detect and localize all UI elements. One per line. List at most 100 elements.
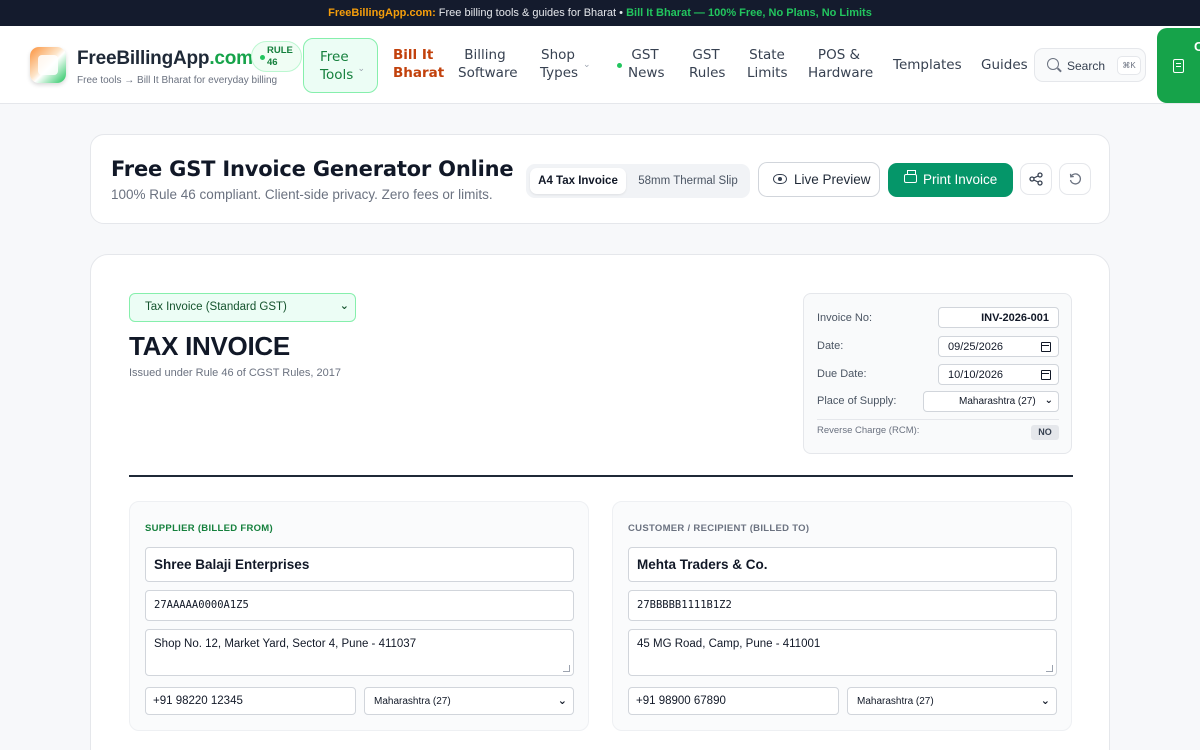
print-invoice-label: Print Invoice: [923, 172, 998, 187]
logo-title[interactable]: FreeBillingApp.com: [77, 48, 253, 70]
page-subtitle: 100% Rule 46 compliant. Client-side priv…: [111, 187, 493, 202]
search-shortcut-badge: ⌘K: [1117, 56, 1141, 75]
logo-icon[interactable]: [30, 47, 66, 83]
place-of-supply-value: Maharashtra (27): [959, 396, 1036, 407]
invoice-no-input[interactable]: INV-2026-001: [938, 307, 1059, 328]
nav-templates[interactable]: Templates: [893, 56, 962, 74]
supplier-gstin-input[interactable]: 27AAAAA0000A1Z5: [145, 590, 574, 621]
nav-shop-types-line-1: Shop: [541, 47, 575, 63]
due-date-label: Due Date:: [817, 368, 867, 380]
format-thermal-tab[interactable]: 58mm Thermal Slip: [630, 168, 746, 194]
search-label: Search: [1067, 59, 1106, 73]
nav-billing-software[interactable]: Billing Software: [458, 46, 518, 82]
calendar-icon[interactable]: [1041, 370, 1051, 380]
rcm-toggle[interactable]: NO: [1031, 425, 1059, 440]
search-icon: [1047, 58, 1059, 70]
banner-brand[interactable]: FreeBillingApp.com:: [328, 7, 436, 19]
rule-46-badge: RULE 46: [251, 41, 302, 72]
header-divider: [129, 475, 1073, 477]
nav-free-tools-line-1: Free: [320, 49, 349, 65]
share-button[interactable]: [1020, 163, 1052, 195]
logo-name: FreeBillingApp: [77, 48, 210, 69]
chevron-down-icon: ⌄: [1044, 395, 1053, 406]
logo-tld: .com: [209, 48, 253, 69]
site-header: FreeBillingApp.com Free tools → Bill It …: [0, 26, 1200, 104]
top-announcement-banner: FreeBillingApp.com: Free billing tools &…: [0, 0, 1200, 26]
nav-guides[interactable]: Guides: [981, 56, 1028, 74]
nav-free-tools-line-2: Tools: [320, 67, 354, 83]
customer-name-input[interactable]: Mehta Traders & Co.: [628, 547, 1057, 582]
nav-pos-hardware[interactable]: POS & Hardware: [808, 46, 874, 82]
nav-state-limits-line-1: State: [749, 47, 785, 63]
place-of-supply-label: Place of Supply:: [817, 395, 897, 407]
customer-heading: CUSTOMER / RECIPIENT (BILLED TO): [628, 523, 810, 534]
calendar-icon[interactable]: [1041, 342, 1051, 352]
date-input[interactable]: 09/25/2026: [938, 336, 1059, 357]
edge-button-text: C: [1194, 39, 1200, 54]
customer-phone-input[interactable]: +91 98900 67890: [628, 687, 839, 715]
live-preview-label: Live Preview: [794, 172, 871, 187]
live-preview-button[interactable]: Live Preview: [758, 162, 880, 197]
nav-bill-it-line-2: Bharat: [393, 65, 445, 81]
format-toggle: A4 Tax Invoice 58mm Thermal Slip: [526, 164, 750, 198]
nav-shop-types[interactable]: Shop Types: [540, 46, 579, 82]
nav-pos-hardware-line-1: POS &: [817, 47, 861, 63]
rule-badge-line-2: 46: [267, 57, 278, 68]
supplier-phone-input[interactable]: +91 98220 12345: [145, 687, 356, 715]
customer-section: CUSTOMER / RECIPIENT (BILLED TO) Mehta T…: [612, 501, 1072, 731]
reset-button[interactable]: [1059, 163, 1091, 195]
rule-badge-line-1: RULE: [267, 45, 293, 56]
customer-gstin-input[interactable]: 27BBBBB1111B1Z2: [628, 590, 1057, 621]
customer-address-value: 45 MG Road, Camp, Pune - 411001: [637, 638, 821, 650]
nav-gst-rules[interactable]: GST Rules: [689, 46, 726, 82]
supplier-state-value: Maharashtra (27): [374, 696, 451, 707]
nav-gst-news-line-1: GST: [631, 47, 659, 63]
customer-state-select[interactable]: Maharashtra (27) ⌄: [847, 687, 1057, 715]
nav-billing-software-line-1: Billing: [464, 47, 506, 63]
chevron-down-icon: ⌄: [1040, 695, 1050, 707]
invoice-subtitle: Issued under Rule 46 of CGST Rules, 2017: [129, 367, 341, 379]
invoice-type-select[interactable]: Tax Invoice (Standard GST) ⌄: [129, 293, 356, 322]
supplier-name-input[interactable]: Shree Balaji Enterprises: [145, 547, 574, 582]
search-button[interactable]: Search ⌘K: [1034, 48, 1146, 82]
supplier-state-select[interactable]: Maharashtra (27) ⌄: [364, 687, 574, 715]
nav-pos-hardware-line-2: Hardware: [808, 65, 874, 81]
nav-state-limits[interactable]: State Limits: [747, 46, 788, 82]
supplier-address-input[interactable]: Shop No. 12, Market Yard, Sector 4, Pune…: [145, 629, 574, 676]
invoice-type-value: Tax Invoice (Standard GST): [145, 301, 287, 313]
nav-gst-rules-line-1: GST: [692, 47, 720, 63]
edge-action-button[interactable]: C: [1157, 28, 1200, 103]
due-date-value: 10/10/2026: [948, 369, 1004, 381]
nav-billing-software-line-2: Software: [458, 65, 518, 81]
resize-handle-icon[interactable]: [563, 665, 570, 672]
invoice-no-label: Invoice No:: [817, 312, 873, 324]
chevron-down-icon: ⌄: [357, 64, 365, 74]
resize-handle-icon[interactable]: [1046, 665, 1053, 672]
reset-icon: [1069, 173, 1082, 185]
generator-toolbar-card: Free GST Invoice Generator Online 100% R…: [90, 134, 1110, 224]
banner-text: Free billing tools & guides for Bharat •: [435, 7, 627, 19]
page-title: Free GST Invoice Generator Online: [111, 157, 514, 181]
invoice-title: TAX INVOICE: [129, 331, 290, 361]
banner-highlight[interactable]: Bill It Bharat — 100% Free, No Plans, No…: [626, 7, 872, 19]
document-icon: [1173, 59, 1184, 73]
chevron-down-icon: ⌄: [557, 695, 567, 707]
nav-gst-news[interactable]: GST News: [628, 46, 664, 82]
nav-gst-rules-line-2: Rules: [689, 65, 726, 81]
due-date-input[interactable]: 10/10/2026: [938, 364, 1059, 385]
invoice-meta-panel: Invoice No: INV-2026-001 Date: 09/25/202…: [803, 293, 1072, 454]
invoice-editor-card: Tax Invoice (Standard GST) ⌄ TAX INVOICE…: [90, 254, 1110, 750]
nav-shop-types-line-2: Types: [540, 65, 579, 81]
nav-bill-it-line-1: Bill It: [393, 47, 434, 63]
print-invoice-button[interactable]: Print Invoice: [888, 163, 1013, 197]
nav-free-tools[interactable]: Free Tools ⌄: [303, 38, 378, 93]
format-a4-tab[interactable]: A4 Tax Invoice: [530, 168, 626, 194]
date-label: Date:: [817, 340, 844, 352]
printer-icon: [904, 170, 917, 183]
place-of-supply-select[interactable]: Maharashtra (27) ⌄: [923, 391, 1059, 412]
nav-bill-it-bharat[interactable]: Bill It Bharat: [393, 46, 444, 82]
date-value: 09/25/2026: [948, 341, 1004, 353]
supplier-section: SUPPLIER (BILLED FROM) Shree Balaji Ente…: [129, 501, 589, 731]
nav-state-limits-line-2: Limits: [747, 65, 788, 81]
customer-address-input[interactable]: 45 MG Road, Camp, Pune - 411001: [628, 629, 1057, 676]
